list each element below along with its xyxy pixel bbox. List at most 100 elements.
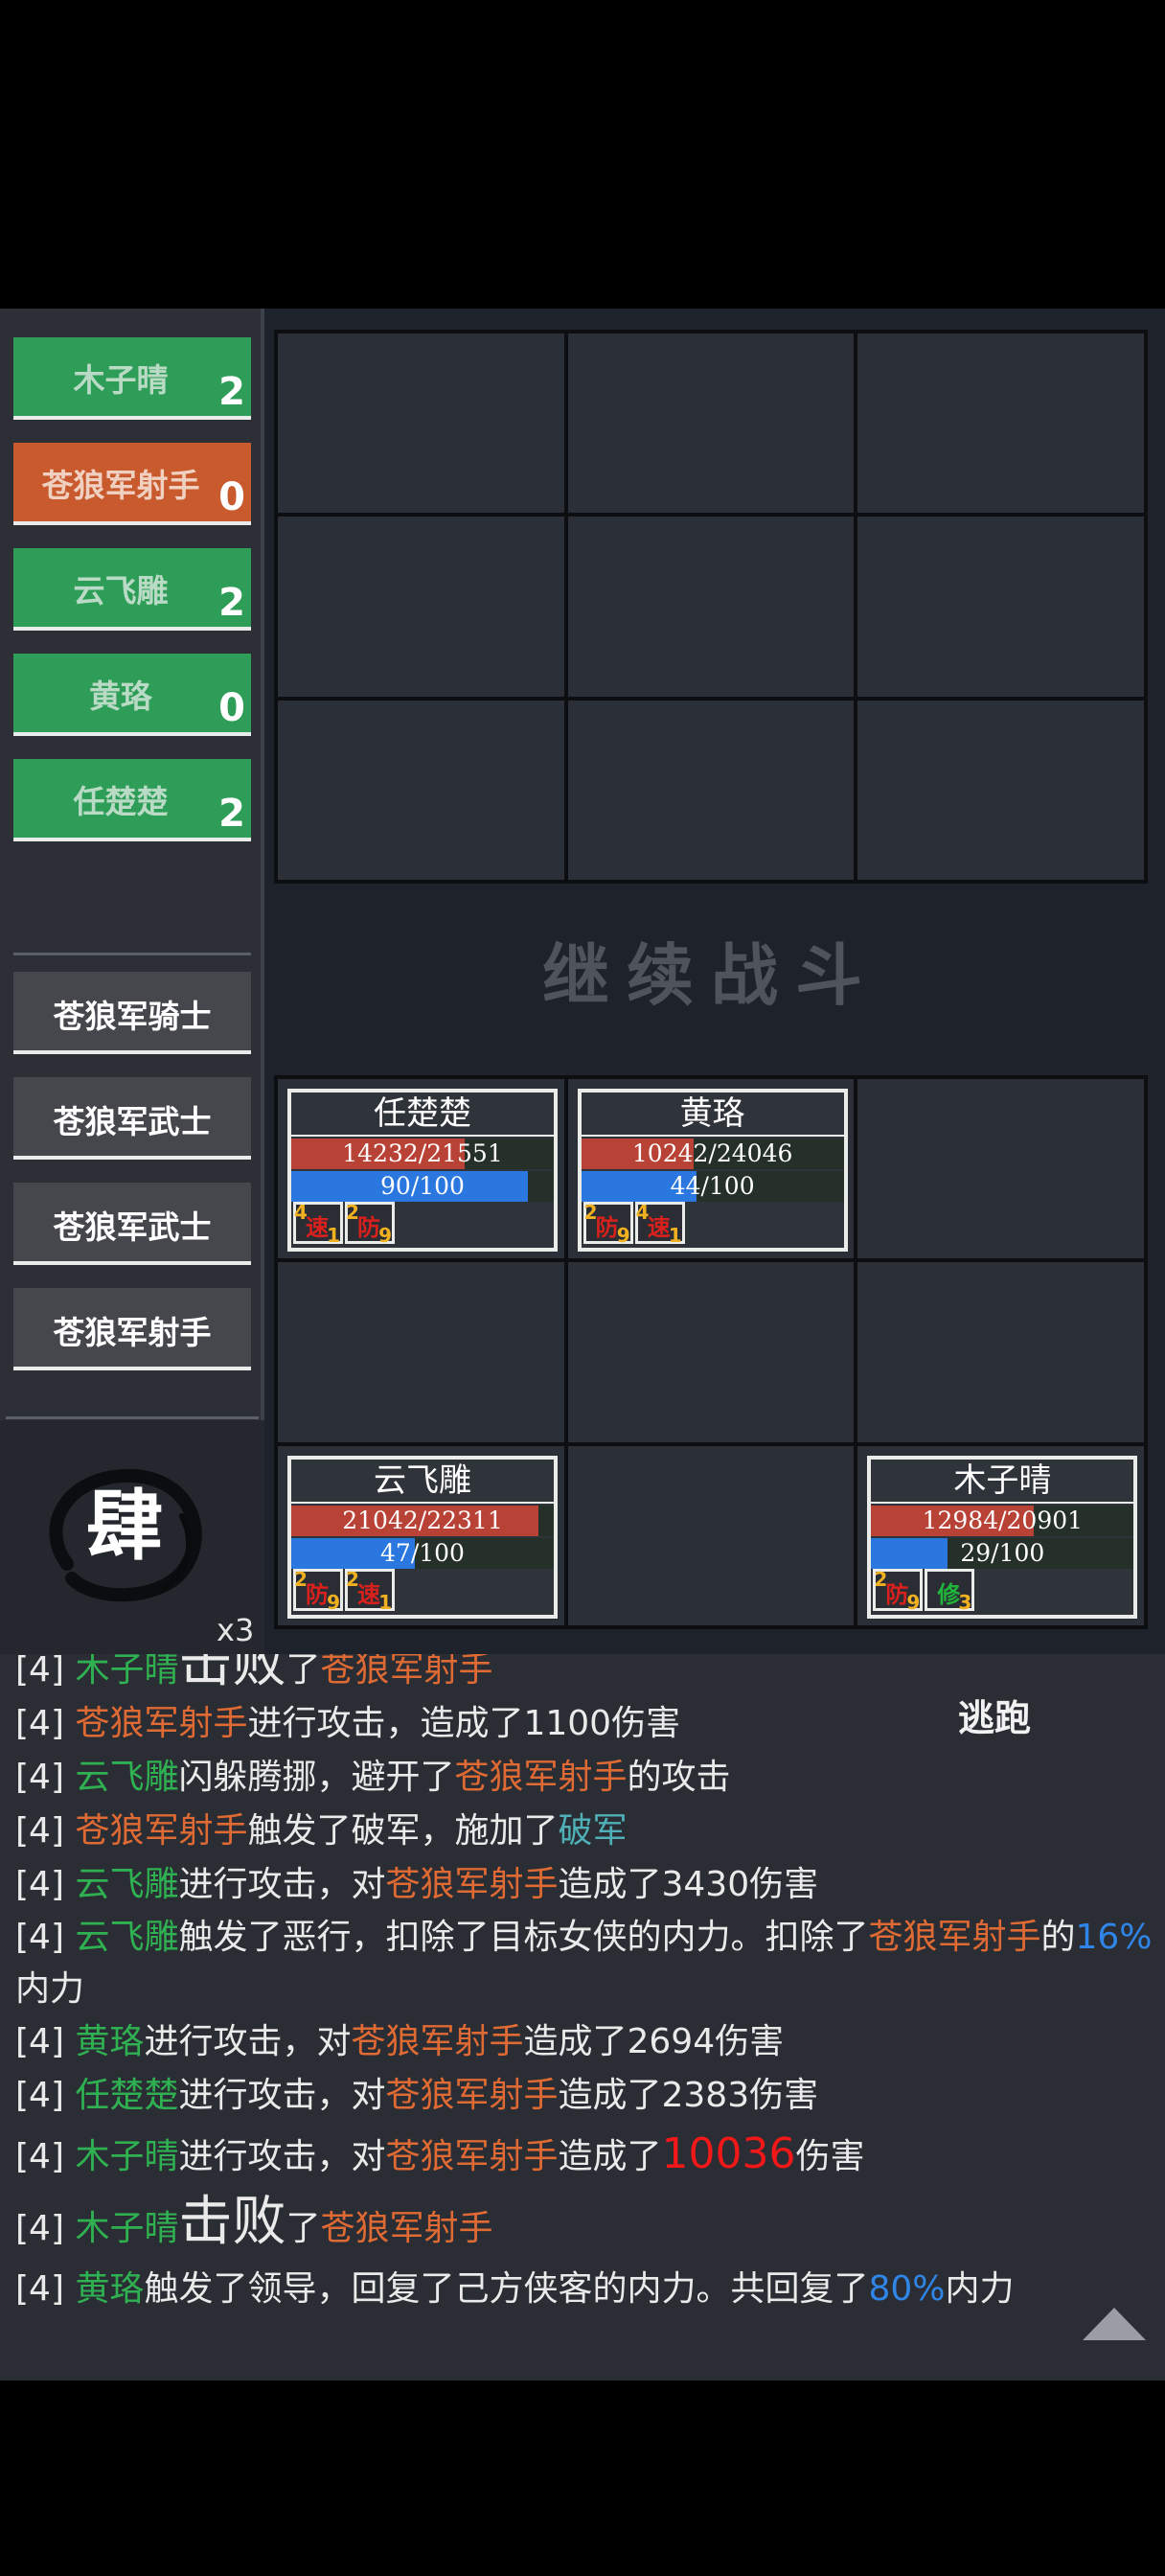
log-text: 进行攻击，造成了1100伤害	[247, 1704, 681, 1743]
buff-defense[interactable]: 2 防 9	[293, 1568, 343, 1614]
log-line: [4] 黄珞触发了领导，回复了己方侠客的内力。共回复了80%内力	[15, 2263, 1155, 2316]
hp-bar: 21042/22311	[291, 1505, 554, 1536]
log-target: 苍狼军射手	[320, 2209, 493, 2248]
mp-bar: 47/100	[291, 1537, 554, 1569]
log-line: [4] 苍狼军射手触发了破军，施加了破军	[15, 1805, 1155, 1858]
enemy-slot[interactable]	[278, 517, 564, 697]
ally-slot[interactable]: 黄珞 10242/24046 44/100 2 防 9 4 速 1	[567, 1079, 855, 1259]
buff-turns: 3	[958, 1590, 972, 1614]
enemy-slot[interactable]	[857, 517, 1144, 697]
buff-turns: 9	[616, 1224, 630, 1247]
mp-text: 29/100	[960, 1538, 1045, 1567]
hp-bar: 12984/20901	[871, 1505, 1134, 1536]
scroll-up-icon[interactable]	[1081, 2306, 1148, 2344]
ally-slot[interactable]	[567, 1262, 855, 1442]
buff-turns: 9	[906, 1590, 921, 1614]
roster-item-canglang-archer[interactable]: 苍狼军射手 0	[13, 443, 251, 525]
roster-count: 2	[218, 370, 245, 414]
buff-turns: 1	[378, 1590, 392, 1614]
buff-label: 防	[306, 1580, 329, 1608]
log-round: [4]	[15, 2209, 76, 2248]
enemy-formation-grid	[274, 330, 1148, 884]
unit-card-muziqing[interactable]: 木子晴 12984/20901 29/100 2 防 9 修 3	[867, 1455, 1138, 1619]
log-line: [4] 云飞雕触发了恶行，扣除了目标女侠的内力。扣除了苍狼军射手的16% 内力	[15, 1912, 1155, 2015]
log-text: 触发了破军，施加了	[247, 1811, 559, 1851]
buff-turns: 9	[378, 1224, 392, 1247]
enemy-slot[interactable]	[857, 334, 1144, 514]
log-crit-damage: 10036	[661, 2129, 796, 2178]
log-target: 苍狼军射手	[385, 2076, 559, 2115]
roster-item-enemy-warrior[interactable]: 苍狼军武士	[13, 1183, 251, 1265]
log-actor: 云飞雕	[75, 1918, 179, 1957]
mp-bar: 90/100	[291, 1171, 554, 1202]
log-round: [4]	[15, 1918, 76, 1957]
roster-name: 苍狼军骑士	[53, 998, 212, 1035]
buff-cultivate[interactable]: 修 3	[925, 1568, 975, 1614]
roster-name: 苍狼军射手	[53, 1314, 212, 1351]
continue-battle-button[interactable]: 继续战斗	[274, 922, 1148, 1019]
buff-defense[interactable]: 2 防 9	[873, 1568, 924, 1614]
roster-count: 2	[218, 792, 245, 836]
log-text: 造成了	[558, 2137, 662, 2176]
log-actor: 黄珞	[75, 2269, 145, 2309]
log-actor: 云飞雕	[75, 1865, 179, 1904]
enemy-slot[interactable]	[567, 700, 855, 880]
log-text: 进行攻击，对	[178, 2137, 386, 2176]
hp-text: 10242/24046	[631, 1139, 793, 1167]
ally-slot[interactable]: 任楚楚 14232/21551 90/100 4 速 1 2 防 9	[278, 1079, 564, 1259]
roster-item-enemy-warrior[interactable]: 苍狼军武士	[13, 1077, 251, 1160]
roster-divider	[6, 1416, 259, 1419]
roster-item-enemy-archer[interactable]: 苍狼军射手	[13, 1288, 251, 1370]
unit-name: 云飞雕	[291, 1460, 554, 1504]
skill-multiplier: x3	[217, 1612, 255, 1648]
buff-defense[interactable]: 2 防 9	[582, 1201, 633, 1247]
log-target: 苍狼军射手	[351, 2022, 524, 2061]
ally-slot[interactable]	[857, 1079, 1144, 1259]
log-round: [4]	[15, 1865, 76, 1904]
buff-speed[interactable]: 2 速 1	[345, 1568, 395, 1614]
ally-slot[interactable]: 木子晴 12984/20901 29/100 2 防 9 修 3	[857, 1445, 1144, 1625]
roster-divider	[13, 953, 251, 955]
log-line: [4] 云飞雕进行攻击，对苍狼军射手造成了3430伤害	[15, 1858, 1155, 1912]
unit-card-huangluo[interactable]: 黄珞 10242/24046 44/100 2 防 9 4 速 1	[577, 1089, 848, 1252]
unit-card-renchuchu[interactable]: 任楚楚 14232/21551 90/100 4 速 1 2 防 9	[287, 1089, 558, 1252]
ally-slot[interactable]	[857, 1262, 1144, 1442]
log-target: 苍狼军射手	[385, 1865, 559, 1904]
roster-name: 苍狼军武士	[53, 1208, 212, 1246]
buff-speed[interactable]: 4 速 1	[293, 1201, 343, 1247]
roster-item-renchuchu[interactable]: 任楚楚 2	[13, 759, 251, 841]
enemy-slot[interactable]	[278, 700, 564, 880]
roster-item-yunfeidiao[interactable]: 云飞雕 2	[13, 548, 251, 631]
mp-bar: 44/100	[581, 1171, 844, 1202]
enemy-slot[interactable]	[857, 700, 1144, 880]
log-actor: 木子晴	[75, 2137, 179, 2176]
roster-item-huangluo[interactable]: 黄珞 0	[13, 654, 251, 736]
log-text: 触发了领导，回复了己方侠客的内力。共回复了	[144, 2269, 869, 2309]
roster-item-enemy-knight[interactable]: 苍狼军骑士	[13, 972, 251, 1054]
hp-bar: 10242/24046	[581, 1138, 844, 1169]
log-round: [4]	[15, 1811, 76, 1851]
roster-name: 云飞雕	[73, 572, 169, 610]
ally-slot[interactable]	[567, 1445, 855, 1625]
roster-item-muziqing[interactable]: 木子晴 2	[13, 337, 251, 420]
buff-label: 防	[357, 1214, 380, 1241]
buff-speed[interactable]: 4 速 1	[634, 1201, 685, 1247]
roster-name: 苍狼军射手	[41, 467, 200, 504]
unit-card-yunfeidiao[interactable]: 云飞雕 21042/22311 47/100 2 防 9 2 速 1	[287, 1455, 558, 1619]
enemy-slot[interactable]	[278, 334, 564, 514]
skill-button[interactable]: 肆 x3	[0, 1420, 264, 1654]
buff-label: 速	[647, 1214, 671, 1241]
flee-button[interactable]: 逃跑	[958, 1689, 1031, 1741]
log-line: [4] 木子晴击败了苍狼军射手	[15, 2189, 1155, 2263]
roster-name: 黄珞	[89, 678, 152, 715]
ally-slot[interactable]	[278, 1262, 564, 1442]
battle-log[interactable]: [4] 木子晴击败了苍狼军射手 [4] 苍狼军射手进行攻击，造成了1100伤害 …	[0, 1654, 1165, 2380]
enemy-slot[interactable]	[567, 334, 855, 514]
ally-slot[interactable]: 云飞雕 21042/22311 47/100 2 防 9 2 速 1	[278, 1445, 564, 1625]
buff-defense[interactable]: 2 防 9	[345, 1201, 395, 1247]
roster-name: 苍狼军武士	[53, 1103, 212, 1140]
roster-name: 任楚楚	[73, 783, 169, 820]
enemy-slot[interactable]	[567, 517, 855, 697]
log-text: 闪躲腾挪，避开了	[178, 1758, 455, 1797]
log-actor: 黄珞	[75, 2022, 145, 2061]
